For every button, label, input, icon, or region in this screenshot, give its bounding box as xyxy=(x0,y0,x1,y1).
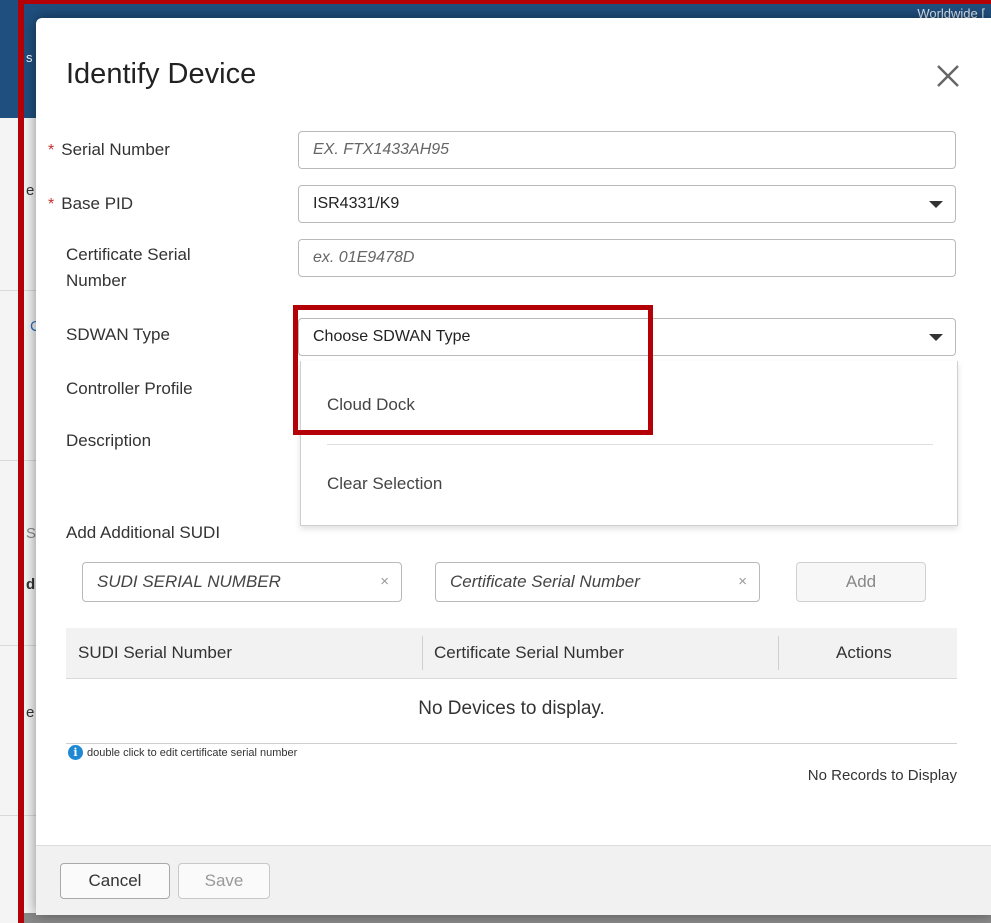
column-sudi-serial[interactable]: SUDI Serial Number xyxy=(78,628,232,678)
certificate-serial-input[interactable]: ex. 01E9478D xyxy=(298,239,956,277)
clear-icon[interactable]: × xyxy=(380,563,389,601)
column-actions: Actions xyxy=(836,643,892,662)
save-button[interactable]: Save xyxy=(178,863,270,899)
column-divider xyxy=(422,636,423,670)
sudi-table-header: SUDI Serial Number Certificate Serial Nu… xyxy=(66,628,957,679)
base-pid-label: * Base PID xyxy=(48,194,134,213)
option-clear-selection[interactable]: Clear Selection xyxy=(327,474,442,494)
modal-title: Identify Device xyxy=(66,58,257,90)
certificate-serial-label: Certificate Serial Number xyxy=(66,245,191,290)
dropdown-divider xyxy=(327,444,933,445)
records-status: No Records to Display xyxy=(807,767,957,784)
column-divider xyxy=(778,636,779,670)
close-icon[interactable] xyxy=(932,60,964,92)
description-label: Description xyxy=(66,431,152,450)
add-sudi-button[interactable]: Add xyxy=(796,562,926,602)
highlight-annotation xyxy=(293,305,653,435)
info-note: i double click to edit certificate seria… xyxy=(68,745,297,760)
identify-device-modal: Identify Device * Serial Number EX. FTX14… xyxy=(36,18,991,915)
background-text-fragment: d xyxy=(26,576,36,593)
required-marker: * xyxy=(48,196,55,213)
background-text-fragment: s xyxy=(26,50,33,65)
additional-sudi-label: Add Additional SUDI xyxy=(66,523,221,542)
required-marker: * xyxy=(48,142,55,159)
sudi-serial-input[interactable]: SUDI SERIAL NUMBER × xyxy=(82,562,402,602)
background-text-fragment: S xyxy=(26,525,37,542)
info-icon: i xyxy=(68,745,83,760)
cancel-button[interactable]: Cancel xyxy=(60,863,170,899)
highlight-frame-left xyxy=(18,0,24,923)
serial-number-label: * Serial Number xyxy=(48,140,170,159)
table-divider xyxy=(66,743,957,744)
background-text-fragment: e xyxy=(26,704,35,721)
sudi-certificate-input[interactable]: Certificate Serial Number × xyxy=(435,562,760,602)
background-text-fragment: e xyxy=(26,182,35,199)
controller-profile-label: Controller Profile xyxy=(66,379,193,398)
base-pid-value: ISR4331/K9 xyxy=(313,195,400,212)
chevron-down-icon xyxy=(929,201,943,208)
column-certificate-serial[interactable]: Certificate Serial Number xyxy=(434,628,624,678)
sdwan-type-label: SDWAN Type xyxy=(66,325,170,344)
highlight-frame-top xyxy=(18,0,991,4)
modal-footer: Cancel Save xyxy=(36,845,991,915)
base-pid-select[interactable]: ISR4331/K9 xyxy=(298,185,956,223)
info-note-text: double click to edit certificate serial … xyxy=(87,746,298,759)
chevron-down-icon xyxy=(929,334,943,341)
table-empty-message: No Devices to display. xyxy=(418,698,605,719)
clear-icon[interactable]: × xyxy=(738,563,747,601)
serial-number-input[interactable]: EX. FTX1433AH95 xyxy=(298,131,956,169)
